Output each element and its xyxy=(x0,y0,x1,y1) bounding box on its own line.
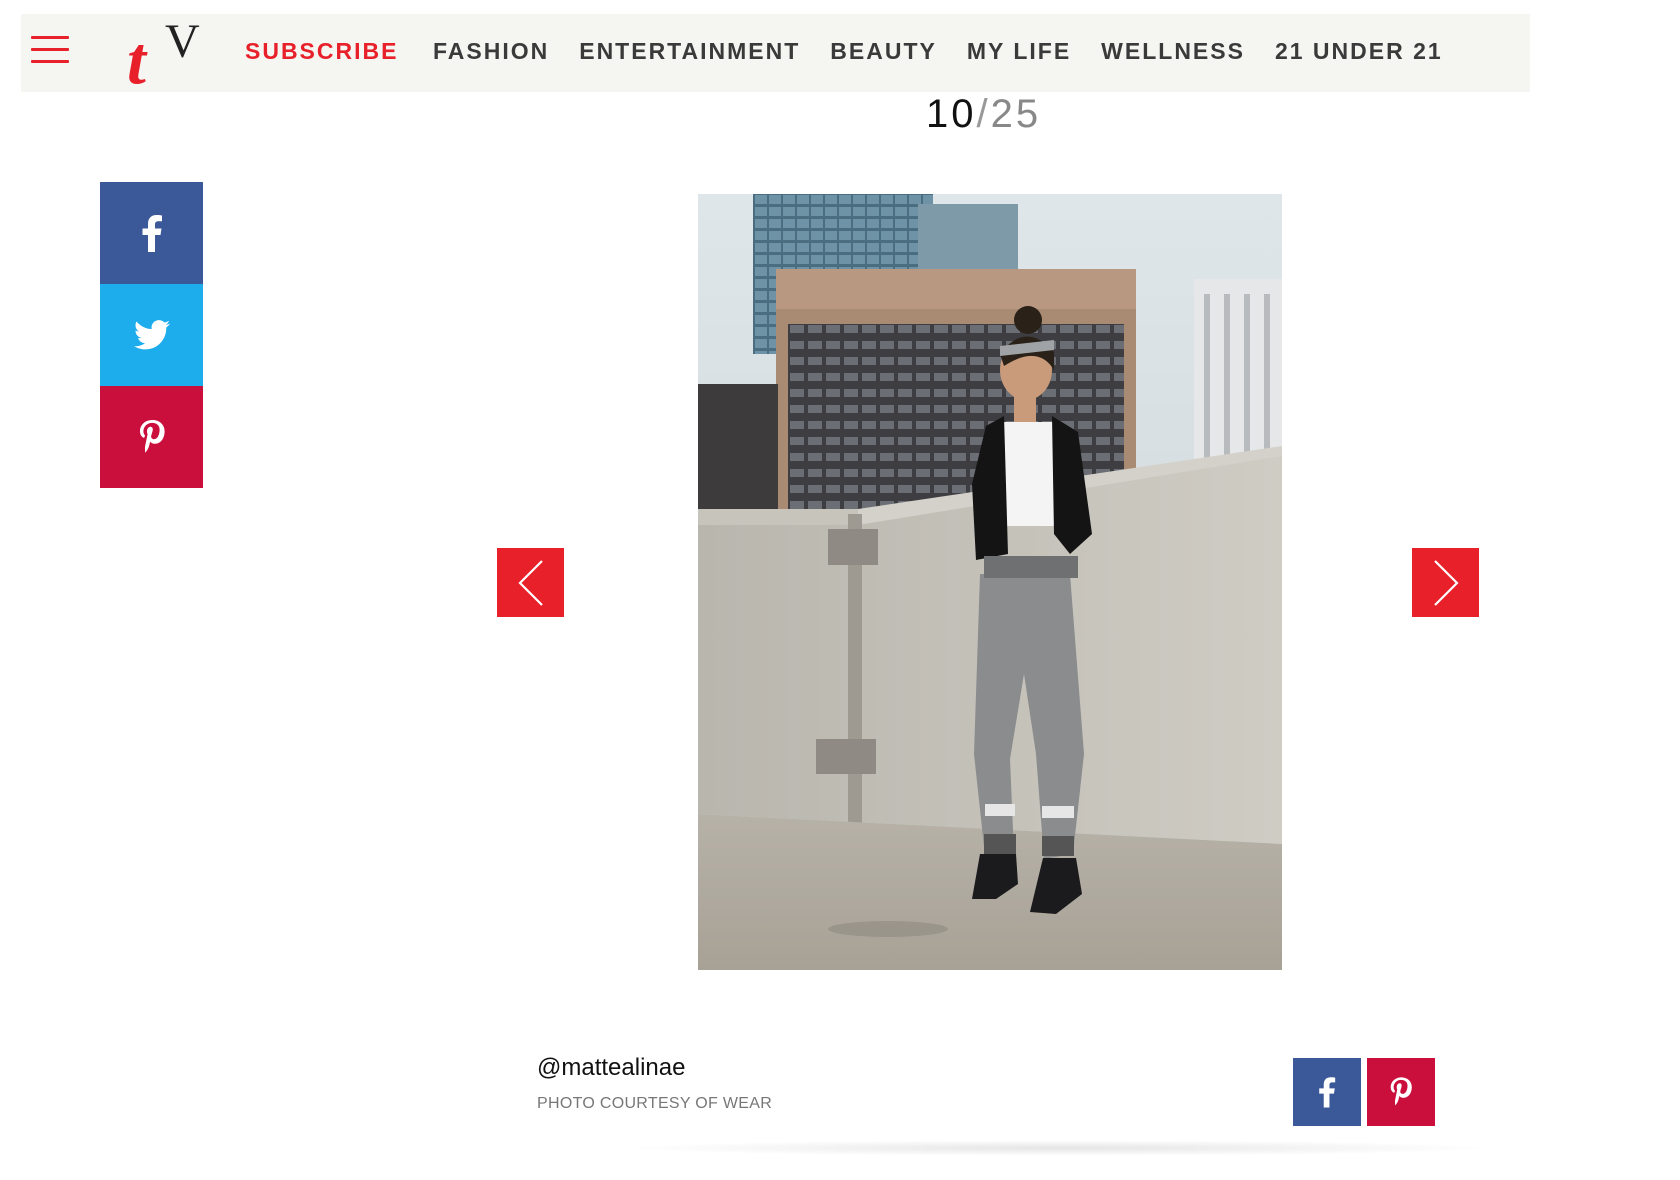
facebook-icon xyxy=(1319,1077,1336,1108)
next-slide-button[interactable] xyxy=(1412,548,1479,617)
caption-shadow xyxy=(620,1140,1500,1156)
facebook-share-button[interactable] xyxy=(100,182,203,284)
logo-letter-t: t xyxy=(127,22,146,98)
facebook-share-button-bottom[interactable] xyxy=(1293,1058,1361,1126)
slide-counter: 10/25 xyxy=(926,92,1041,137)
slide-total: 25 xyxy=(990,92,1042,136)
nav-beauty[interactable]: BEAUTY xyxy=(830,38,937,65)
subscribe-link[interactable]: SUBSCRIBE xyxy=(245,38,398,65)
chevron-left-icon xyxy=(517,559,543,606)
facebook-icon xyxy=(142,215,162,252)
nav-21-under-21[interactable]: 21 UNDER 21 xyxy=(1275,38,1443,65)
slide-separator: / xyxy=(976,92,991,136)
share-rail xyxy=(100,182,203,488)
chevron-right-icon xyxy=(1433,559,1459,606)
nav-fashion[interactable]: FASHION xyxy=(433,38,549,65)
twitter-share-button[interactable] xyxy=(100,284,203,386)
nav-entertainment[interactable]: ENTERTAINMENT xyxy=(579,38,800,65)
twitter-icon xyxy=(133,320,170,350)
pinterest-share-button-bottom[interactable] xyxy=(1367,1058,1435,1126)
bottom-share-buttons xyxy=(1293,1058,1435,1126)
logo-letter-v: V xyxy=(165,15,200,68)
nav-wellness[interactable]: WELLNESS xyxy=(1101,38,1245,65)
pinterest-icon xyxy=(1390,1077,1412,1106)
slide-current: 10 xyxy=(926,92,977,136)
pinterest-icon xyxy=(139,420,165,453)
photo-illustration xyxy=(698,194,1282,970)
hamburger-menu-icon[interactable] xyxy=(31,34,69,66)
top-nav-bar: t V SUBSCRIBE FASHION ENTERTAINMENT BEAU… xyxy=(21,14,1530,95)
pinterest-share-button[interactable] xyxy=(100,386,203,488)
photo-credit: PHOTO COURTESY OF WEAR xyxy=(537,1095,773,1112)
nav-my-life[interactable]: MY LIFE xyxy=(967,38,1071,65)
previous-slide-button[interactable] xyxy=(497,548,564,617)
photo-caption-handle: @mattealinae xyxy=(537,1054,686,1081)
site-logo[interactable]: t V xyxy=(123,18,200,95)
gallery-photo xyxy=(698,194,1282,970)
main-nav: FASHION ENTERTAINMENT BEAUTY MY LIFE WEL… xyxy=(433,38,1473,65)
